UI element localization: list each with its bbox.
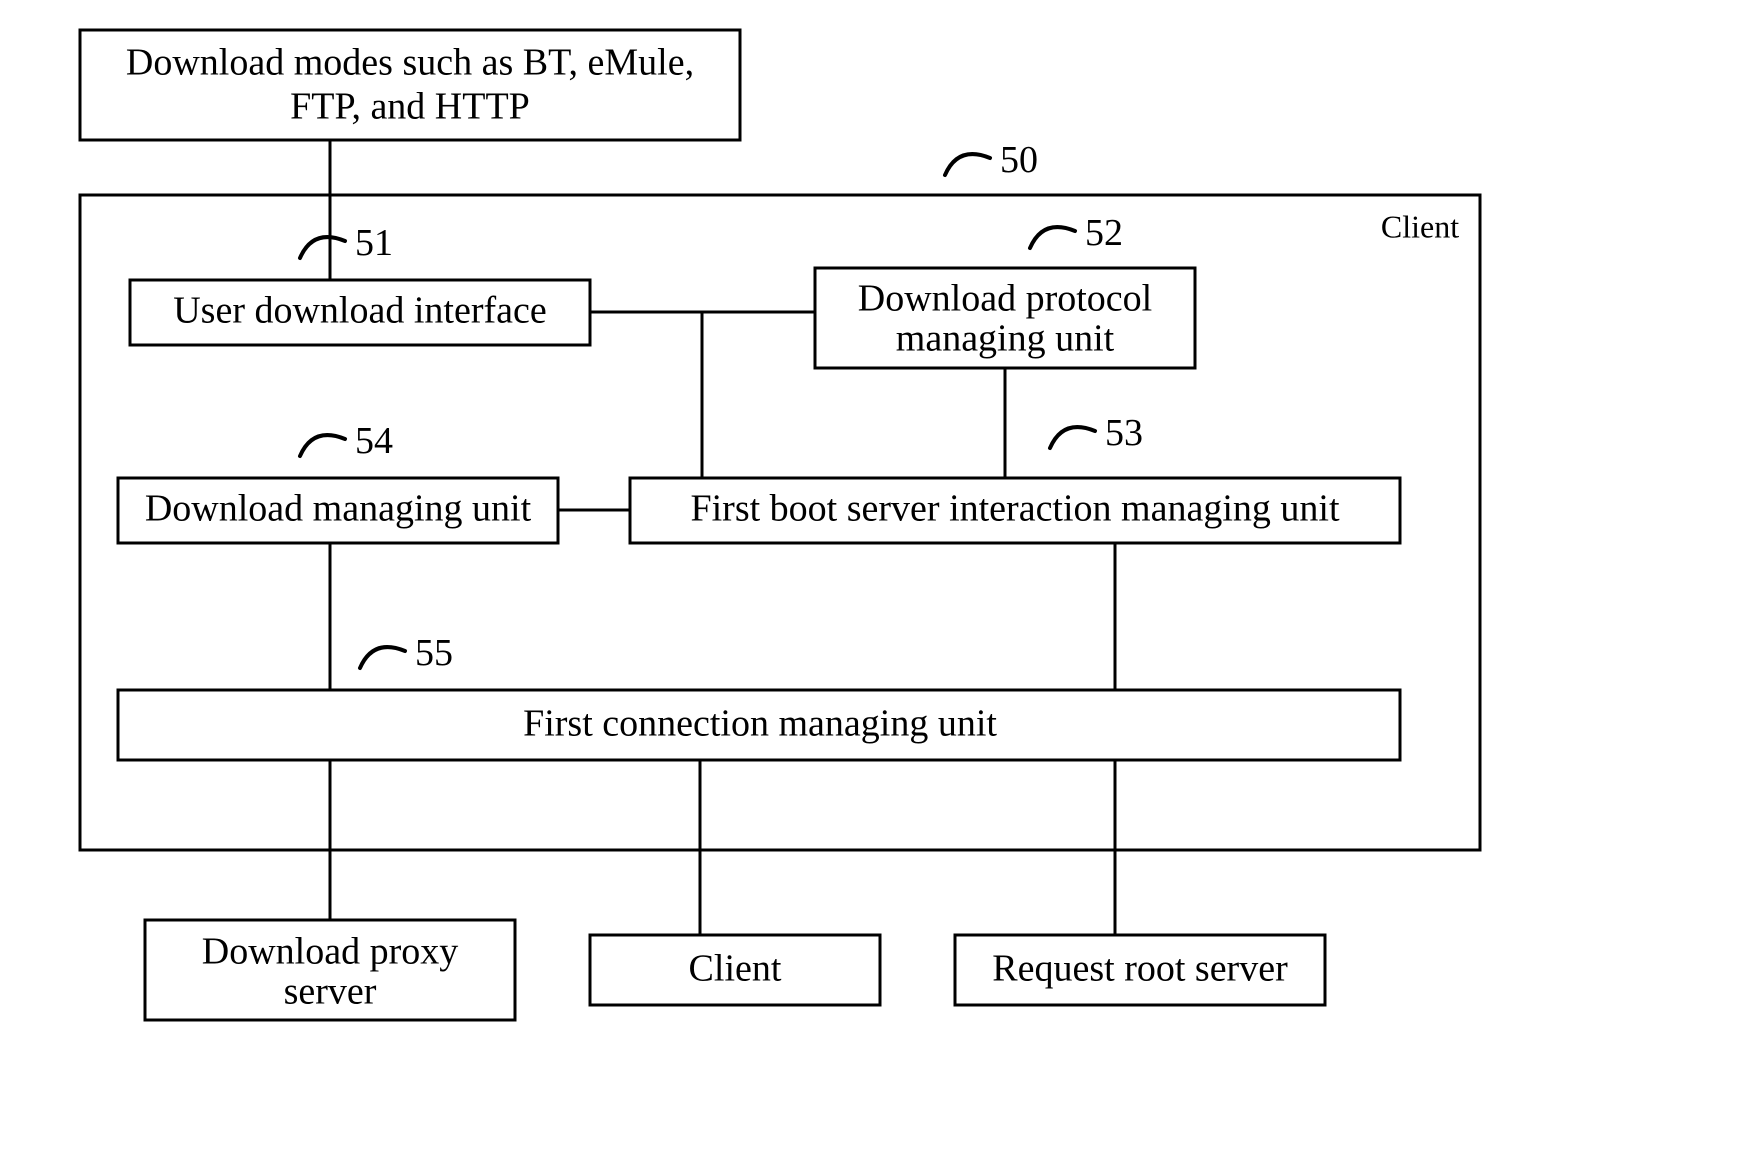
ref-tick-50 [945,154,990,175]
ref-51: 51 [355,222,393,264]
ref-54: 54 [355,420,393,462]
block-55-first-connection-managing: First connection managing unit 55 [118,632,1400,760]
block-request-root-server: Request root server [955,935,1325,1005]
b52-text-l2: managing unit [896,318,1115,360]
block-client-bottom: Client [590,935,880,1005]
proxy-l2: server [284,971,377,1013]
container-title: Client [1381,208,1459,244]
diagram-root: Download modes such as BT, eMule, FTP, a… [0,0,1752,1154]
root-text: Request root server [992,948,1288,990]
ref-tick-54 [300,435,345,456]
ref-tick-52 [1030,227,1075,248]
block-download-modes: Download modes such as BT, eMule, FTP, a… [80,30,740,140]
ref-53: 53 [1105,412,1143,454]
download-modes-line2: FTP, and HTTP [290,86,530,128]
block-51-user-download-interface: User download interface 51 [130,222,590,345]
ref-55: 55 [415,632,453,674]
ref-tick-51 [300,237,345,258]
block-download-proxy-server: Download proxy server [145,920,515,1020]
ref-tick-53 [1050,427,1095,448]
download-modes-line1: Download modes such as BT, eMule, [126,42,694,84]
b53-text: First boot server interaction managing u… [690,488,1339,530]
b55-text: First connection managing unit [523,703,997,745]
ref-tick-55 [360,647,405,668]
ref-50: 50 [1000,139,1038,181]
b52-text-l1: Download protocol [858,278,1152,320]
block-54-download-managing-unit: Download managing unit 54 [118,420,558,543]
client-bottom-text: Client [689,948,782,990]
b51-text: User download interface [173,290,547,332]
block-52-download-protocol-managing: Download protocol managing unit 52 [815,212,1195,368]
b54-text: Download managing unit [145,488,532,530]
proxy-l1: Download proxy [202,931,458,973]
ref-52: 52 [1085,212,1123,254]
block-53-first-boot-server-interaction: First boot server interaction managing u… [630,412,1400,543]
